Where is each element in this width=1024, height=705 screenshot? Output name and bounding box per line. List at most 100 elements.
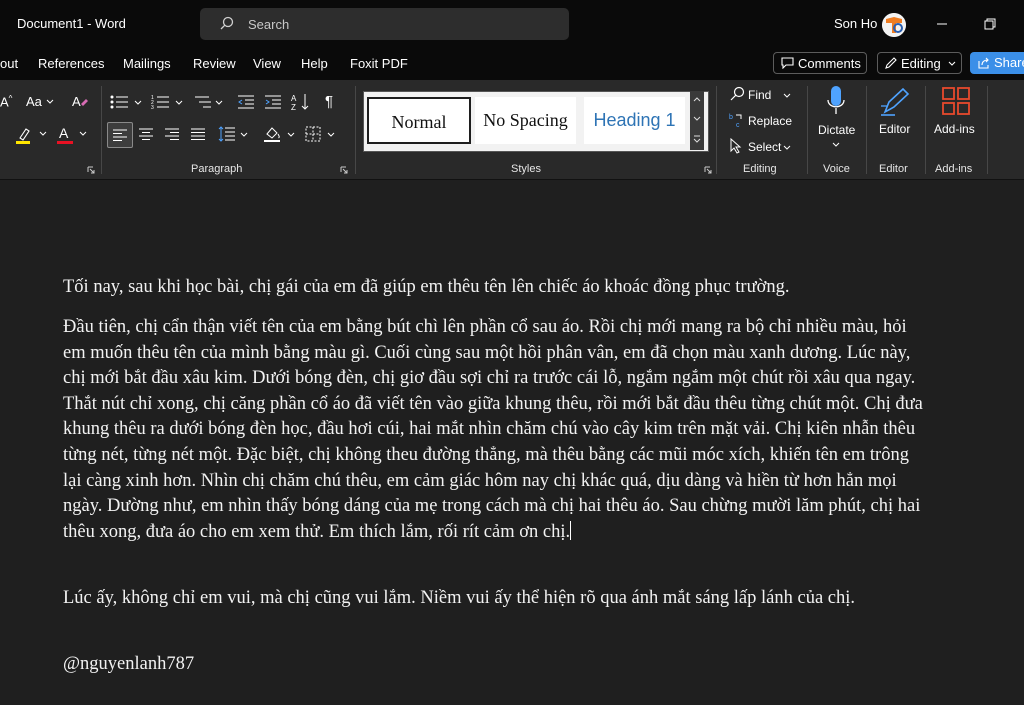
dictate-button[interactable]: Dictate: [818, 123, 855, 137]
multilevel-list-icon[interactable]: [193, 94, 213, 110]
group-label-paragraph: Paragraph: [191, 163, 243, 175]
document-canvas[interactable]: Tối nay, sau khi học bài, chị gái của em…: [0, 180, 1024, 705]
dialog-launcher-icon[interactable]: [340, 166, 348, 174]
style-heading-1[interactable]: Heading 1: [584, 97, 685, 144]
chevron-down-icon[interactable]: [175, 100, 183, 105]
chevron-down-icon[interactable]: [327, 132, 335, 137]
shading-icon[interactable]: [263, 125, 283, 143]
microphone-icon[interactable]: [826, 85, 846, 117]
pencil-icon: [885, 57, 897, 69]
tab-layout[interactable]: out: [0, 56, 18, 71]
group-label-editor: Editor: [879, 163, 908, 175]
svg-text:A: A: [59, 125, 69, 141]
find-icon[interactable]: [729, 86, 747, 102]
chevron-down-icon[interactable]: [215, 100, 223, 105]
styles-gallery: Normal No Spacing Heading 1: [363, 91, 709, 152]
document-paragraph[interactable]: @nguyenlanh787: [63, 652, 923, 678]
svg-text:Z: Z: [291, 103, 296, 112]
align-center-icon[interactable]: [139, 128, 153, 140]
clear-formatting-icon[interactable]: A: [71, 93, 89, 111]
chevron-down-icon[interactable]: [832, 142, 840, 147]
align-left-icon: [113, 129, 127, 141]
document-paragraph[interactable]: Lúc ấy, không chỉ em vui, mà chị cũng vu…: [63, 586, 923, 612]
editor-button[interactable]: Editor: [879, 122, 910, 136]
group-separator: [925, 86, 926, 174]
title-bar: Document1 - Word Search Son Ho: [0, 0, 1024, 48]
document-paragraph[interactable]: Đầu tiên, chị cẩn thận viết tên của em b…: [63, 315, 923, 545]
change-case-label: Aa: [26, 94, 42, 109]
tab-review[interactable]: Review: [193, 56, 236, 71]
style-no-spacing[interactable]: No Spacing: [475, 97, 576, 144]
find-button[interactable]: Find: [748, 88, 771, 102]
replace-button[interactable]: Replace: [748, 114, 792, 128]
chevron-up-icon[interactable]: [693, 96, 701, 102]
share-icon: [978, 57, 989, 69]
share-button[interactable]: Share: [970, 52, 1024, 74]
chevron-down-icon[interactable]: [134, 100, 142, 105]
styles-scroll: [690, 91, 704, 150]
group-separator: [807, 86, 808, 174]
highlight-color-icon[interactable]: [14, 126, 36, 146]
cursor-arrow-icon[interactable]: [729, 138, 743, 154]
minimize-icon[interactable]: [928, 10, 956, 38]
search-box[interactable]: Search: [200, 8, 569, 40]
line-spacing-icon[interactable]: [218, 126, 236, 142]
show-formatting-marks-icon[interactable]: ¶: [325, 93, 333, 110]
comments-label: Comments: [798, 56, 861, 71]
chevron-down-icon[interactable]: [287, 132, 295, 137]
tab-foxit-pdf[interactable]: Foxit PDF: [350, 56, 408, 71]
group-label-editing: Editing: [743, 163, 777, 175]
chevron-down-icon[interactable]: [79, 131, 87, 136]
grow-font-icon[interactable]: A^: [0, 94, 12, 109]
increase-indent-icon[interactable]: [264, 94, 282, 110]
change-case-button[interactable]: Aa: [26, 94, 54, 109]
chevron-down-icon[interactable]: [783, 93, 791, 98]
tab-mailings[interactable]: Mailings: [123, 56, 171, 71]
svg-text:c: c: [736, 122, 740, 128]
chevron-down-icon[interactable]: [240, 132, 248, 137]
style-normal[interactable]: Normal: [367, 97, 471, 144]
font-color-icon[interactable]: A: [56, 124, 76, 146]
restore-icon[interactable]: [976, 10, 1004, 38]
dialog-launcher-icon[interactable]: [704, 166, 712, 174]
chevron-down-icon[interactable]: [39, 131, 47, 136]
tab-help[interactable]: Help: [301, 56, 328, 71]
chevron-down-icon[interactable]: [783, 145, 791, 150]
replace-icon[interactable]: bc: [729, 112, 745, 128]
group-label-voice: Voice: [823, 163, 850, 175]
user-name[interactable]: Son Ho: [834, 16, 877, 31]
sort-icon[interactable]: AZ: [291, 92, 311, 112]
justify-icon[interactable]: [191, 128, 205, 140]
svg-text:b: b: [729, 114, 733, 121]
svg-text:3: 3: [151, 105, 154, 110]
dialog-launcher-icon[interactable]: [87, 166, 95, 174]
add-ins-icon[interactable]: [941, 86, 971, 116]
editor-icon[interactable]: [879, 86, 911, 118]
group-separator: [355, 86, 356, 174]
chevron-down-icon: [46, 99, 54, 104]
expand-gallery-icon[interactable]: [693, 135, 701, 144]
align-left-button[interactable]: [107, 122, 133, 148]
comment-icon: [781, 57, 794, 69]
tab-references[interactable]: References: [38, 56, 104, 71]
tab-view[interactable]: View: [253, 56, 281, 71]
document-paragraph[interactable]: Tối nay, sau khi học bài, chị gái của em…: [63, 275, 923, 301]
avatar-image: [882, 13, 906, 37]
borders-icon[interactable]: [305, 126, 321, 142]
avatar[interactable]: [882, 13, 906, 37]
bullets-icon[interactable]: [110, 94, 130, 110]
search-placeholder: Search: [248, 17, 290, 32]
add-ins-button[interactable]: Add-ins: [934, 122, 975, 136]
select-button[interactable]: Select: [748, 140, 781, 154]
comments-button[interactable]: Comments: [773, 52, 867, 74]
editing-mode-label: Editing: [901, 56, 941, 71]
decrease-indent-icon[interactable]: [237, 94, 255, 110]
group-separator: [866, 86, 867, 174]
share-label: Share: [994, 55, 1024, 70]
align-right-icon[interactable]: [165, 128, 179, 140]
editing-mode-button[interactable]: Editing: [877, 52, 962, 74]
text-cursor: [570, 520, 572, 540]
chevron-down-icon[interactable]: [693, 116, 701, 122]
group-label-add-ins: Add-ins: [935, 163, 973, 175]
numbering-icon[interactable]: 123: [151, 94, 171, 110]
